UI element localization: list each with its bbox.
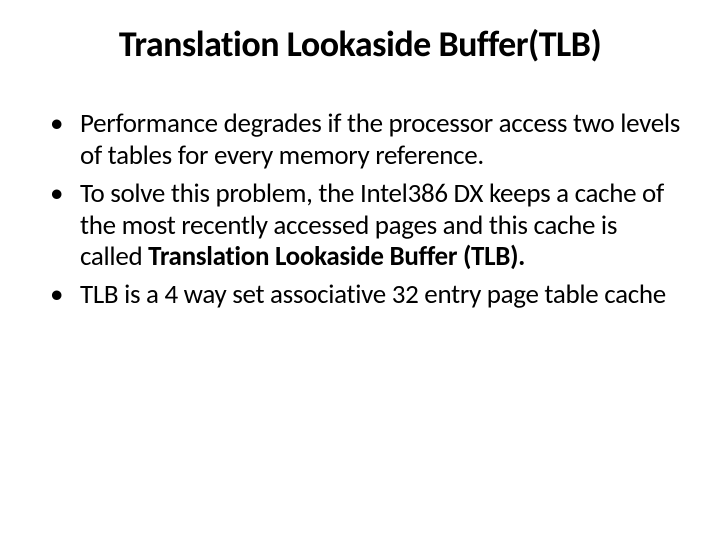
bullet-item: To solve this problem, the Intel386 DX k…	[44, 178, 684, 274]
slide-title: Translation Lookaside Buffer(TLB)	[36, 22, 684, 66]
bullet-text-bold: Translation Lookaside Buffer (TLB).	[148, 240, 525, 273]
bullet-text: Performance degrades if the processor ac…	[80, 107, 680, 172]
bullet-item: TLB is a 4 way set associative 32 entry …	[44, 279, 684, 311]
bullet-text: TLB is a 4 way set associative 32 entry …	[80, 278, 666, 311]
slide-container: Translation Lookaside Buffer(TLB) Perfor…	[0, 0, 720, 540]
bullet-item: Performance degrades if the processor ac…	[44, 108, 684, 172]
bullet-list: Performance degrades if the processor ac…	[36, 108, 684, 311]
